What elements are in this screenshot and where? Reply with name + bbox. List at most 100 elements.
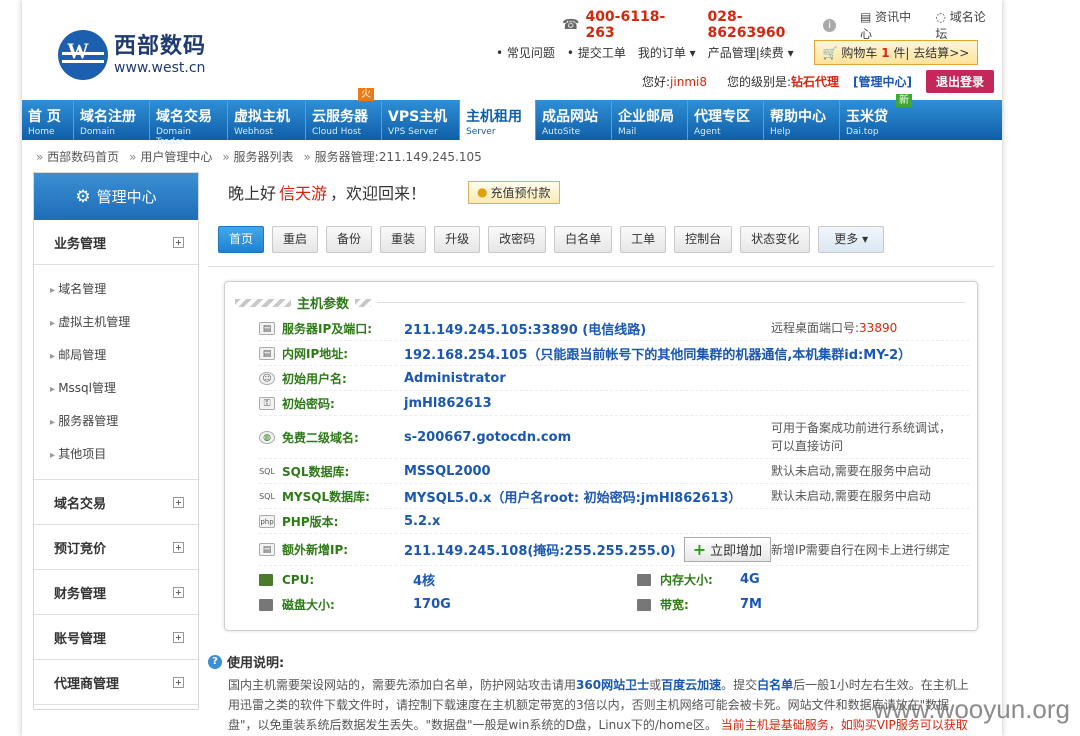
usage-body: 国内主机需要架设网站的，需要先添加白名单，防护网站攻击请用360网站卫士或百度云…: [208, 675, 978, 736]
nav-mail-label: 企业邮局: [618, 109, 674, 125]
recharge-button[interactable]: ● 充值预付款: [468, 180, 560, 204]
upgrade-button[interactable]: 升级: [434, 226, 481, 253]
sidebar-group-domain-trade[interactable]: 域名交易: [34, 480, 198, 525]
cpu-icon: [259, 573, 273, 586]
sidebar-item-mail[interactable]: 邮局管理: [34, 339, 198, 372]
cart-suffix: 件| 去结算>>: [893, 46, 970, 60]
link-baidu-cdn[interactable]: 百度云加速: [661, 678, 721, 692]
spec-value: 4核: [413, 574, 436, 589]
ticket-link[interactable]: • 提交工单: [567, 44, 626, 61]
phone-number-1: 400-6118-263: [585, 9, 666, 41]
param-value: 5.2.x: [404, 513, 441, 529]
nav-agent[interactable]: 代理专区 Agent: [688, 100, 764, 140]
breadcrumb-server-list[interactable]: 服务器列表: [222, 148, 294, 165]
level-label: 您的级别是:: [726, 75, 792, 89]
info-icon[interactable]: i: [823, 18, 836, 32]
nav-cloud[interactable]: 云服务器 Cloud Host: [306, 100, 382, 140]
link-360[interactable]: 360网站卫士: [576, 678, 649, 692]
sidebar-item-domain[interactable]: 域名管理: [34, 273, 198, 306]
reinstall-button[interactable]: 重装: [380, 226, 427, 253]
orders-link[interactable]: 我的订单 ▾: [638, 44, 696, 61]
sidebar-group-label: 代理商管理: [54, 676, 120, 692]
link-whitelist[interactable]: 白名单: [757, 678, 793, 692]
param-row-extra-ip: ▤ 额外新增IP: 211.149.245.108(掩码:255.255.255…: [259, 534, 969, 566]
change-password-button[interactable]: 改密码: [488, 226, 547, 253]
products-link[interactable]: 产品管理|续费 ▾: [708, 44, 794, 61]
hot-badge: 火: [358, 88, 374, 101]
breadcrumb-home[interactable]: 西部数码首页: [36, 148, 119, 165]
param-value[interactable]: s-200667.gotocdn.com: [404, 430, 571, 445]
status-change-button[interactable]: 状态变化: [740, 226, 811, 253]
expand-icon[interactable]: [173, 541, 184, 553]
expand-icon[interactable]: [173, 496, 184, 508]
sidebar-group-agent[interactable]: 代理商管理: [34, 660, 198, 705]
param-row-lan-ip: ▤ 内网IP地址: 192.168.254.105（只能跟当前帐号下的其他同集群…: [259, 341, 969, 366]
nav-help[interactable]: 帮助中心 Help: [764, 100, 840, 140]
server-icon: ▤: [259, 346, 275, 360]
nav-vps-en: VPS Server: [388, 127, 438, 137]
add-ip-label: 立即增加: [710, 544, 763, 559]
admin-center-link[interactable]: [管理中心]: [853, 73, 912, 90]
param-row-password: ⚿ 初始密码: jmHl862613: [259, 391, 969, 416]
tab-home[interactable]: 首页: [218, 226, 265, 253]
spec-label: 带宽:: [660, 598, 689, 612]
nav-vps[interactable]: 火 VPS主机 VPS Server: [358, 88, 460, 140]
console-button[interactable]: 控制台: [674, 226, 733, 253]
sidebar-group-bidding[interactable]: 预订竞价: [34, 525, 198, 570]
nav-mail[interactable]: 企业邮局 Mail: [612, 100, 688, 140]
nav-daitop-label: 玉米贷: [846, 109, 888, 125]
sidebar: ⚙ 管理中心 业务管理 域名管理 虚拟主机管理 邮局管理 Mssql管理 服务器管…: [33, 172, 199, 710]
param-value: Administrator: [404, 370, 506, 386]
backup-button[interactable]: 备份: [326, 226, 373, 253]
param-note: 新增IP需要自行在网卡上进行绑定: [771, 542, 950, 557]
server-icon: ▤: [259, 321, 275, 335]
faq-link[interactable]: • 常见问题: [496, 44, 555, 61]
nav-daitop[interactable]: 新玉米贷 Dai.top: [840, 94, 912, 140]
expand-icon[interactable]: [173, 676, 184, 688]
spec-value: 4G: [740, 572, 760, 587]
restart-button[interactable]: 重启: [272, 226, 319, 253]
more-dropdown[interactable]: 更多 ▾: [818, 226, 885, 253]
param-label: 免费二级域名:: [282, 430, 359, 445]
param-value: MYSQL5.0.x（用户名root: 初始密码:jmHl862613）: [404, 490, 742, 506]
rdp-port-value: 33890: [859, 321, 898, 335]
logout-button[interactable]: 退出登录: [926, 70, 995, 93]
sidebar-group-finance[interactable]: 财务管理: [34, 570, 198, 615]
nav-home[interactable]: 首 页 Home: [22, 100, 74, 140]
sidebar-group-account[interactable]: 账号管理: [34, 615, 198, 660]
whitelist-button[interactable]: 白名单: [554, 226, 613, 253]
param-row-subdomain: ◍ 免费二级域名: s-200667.gotocdn.com 可用于备案成功前进…: [259, 416, 969, 459]
param-note: 可用于备案成功前进行系统调试，可以直接访问: [771, 421, 952, 453]
nav-domain[interactable]: 域名注册 Domain: [74, 100, 150, 140]
nav-cloud-label: 云服务器: [312, 109, 368, 125]
nav-domain-label: 域名注册: [80, 109, 136, 125]
nav-webhost[interactable]: 虚拟主机 Webhost: [228, 100, 306, 140]
site-logo[interactable]: W 西部数码 www.west.cn: [58, 30, 206, 80]
spec-bandwidth: 带宽: 7M: [637, 596, 967, 613]
expand-icon[interactable]: [173, 631, 184, 643]
new-badge: 新: [896, 94, 912, 107]
nav-autosite-en: AutoSite: [542, 127, 581, 137]
nav-mail-en: Mail: [618, 127, 637, 137]
sidebar-group-business[interactable]: 业务管理: [34, 220, 198, 265]
spec-memory: 内存大小: 4G: [637, 571, 967, 588]
sidebar-item-other[interactable]: 其他项目: [34, 438, 198, 471]
sidebar-item-server[interactable]: 服务器管理: [34, 405, 198, 438]
nav-server[interactable]: 主机租用 Server: [460, 100, 536, 140]
ticket-button[interactable]: 工单: [620, 226, 667, 253]
breadcrumb-user-center[interactable]: 用户管理中心: [129, 148, 212, 165]
nav-webhost-label: 虚拟主机: [234, 109, 290, 125]
nav-autosite[interactable]: 成品网站 AutoSite: [536, 100, 612, 140]
nav-domain-trade[interactable]: 域名交易 Domain Trader: [150, 100, 228, 147]
expand-icon[interactable]: [173, 236, 184, 248]
sidebar-item-webhost[interactable]: 虚拟主机管理: [34, 306, 198, 339]
forum-label: 域名论坛: [935, 10, 986, 41]
greeting-suffix: ，欢迎回来！: [330, 184, 427, 203]
sidebar-item-mssql[interactable]: Mssql管理: [34, 372, 198, 405]
expand-icon[interactable]: [173, 586, 184, 598]
cart-button[interactable]: 🛒 购物车 1 件| 去结算>>: [813, 40, 979, 65]
param-label: 内网IP地址:: [282, 346, 349, 361]
news-center-link[interactable]: ▤ 资讯中心: [860, 8, 921, 42]
forum-link[interactable]: ◌ 域名论坛: [935, 8, 996, 42]
add-ip-button[interactable]: + 立即增加: [683, 537, 772, 562]
